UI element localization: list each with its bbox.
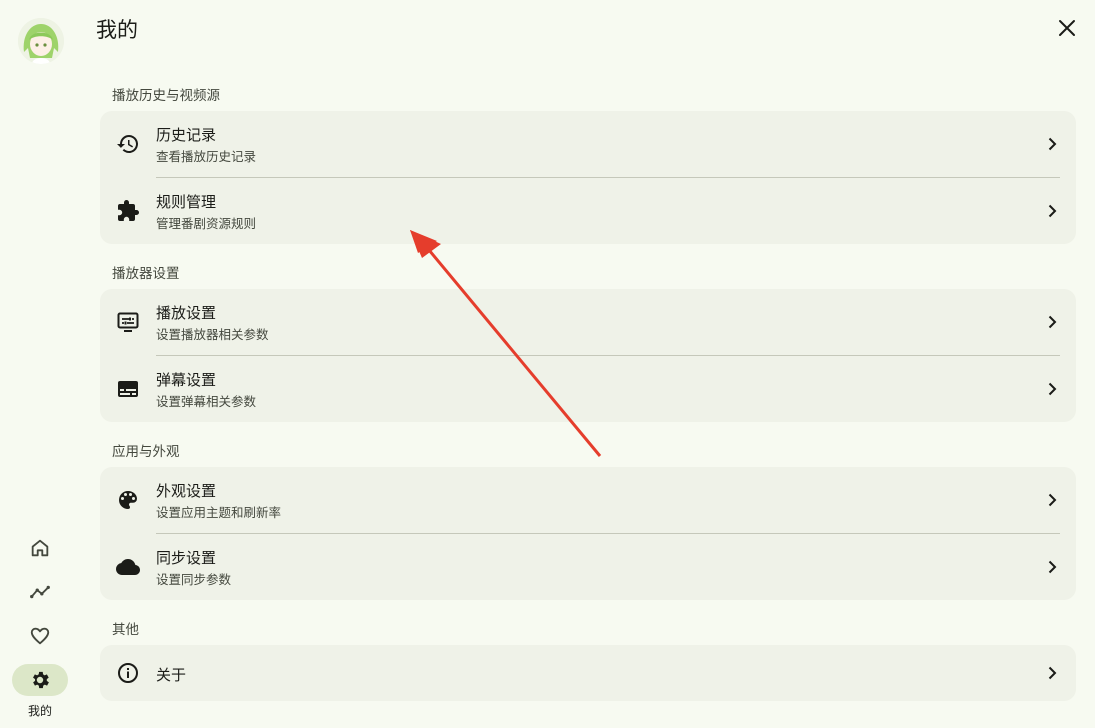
- chevron-right-icon: [1048, 382, 1057, 396]
- row-title: 关于: [156, 666, 187, 684]
- row-subtitle: 设置播放器相关参数: [156, 327, 269, 342]
- trending-icon: [30, 585, 50, 599]
- row-subtitle: 设置应用主题和刷新率: [156, 505, 282, 520]
- section-title-history: 播放历史与视频源: [112, 88, 220, 104]
- nav-favorites[interactable]: [12, 620, 68, 652]
- gear-icon: [33, 671, 49, 689]
- subtitles-icon: [118, 381, 138, 397]
- nav-mine-label: 我的: [27, 704, 52, 718]
- nav-home[interactable]: [12, 532, 68, 564]
- row-subtitle: 设置同步参数: [156, 572, 232, 587]
- row-history[interactable]: 历史记录 查看播放历史记录: [100, 111, 1076, 177]
- nav-mine[interactable]: [12, 664, 68, 696]
- card-other: 关于: [100, 645, 1076, 701]
- heart-icon: [30, 627, 50, 645]
- row-appearance-settings[interactable]: 外观设置 设置应用主题和刷新率: [100, 467, 1076, 533]
- card-history-sources: 历史记录 查看播放历史记录 规则管理 管理番剧资源规则: [100, 111, 1076, 244]
- row-title: 外观设置: [156, 482, 217, 500]
- player-settings-icon: [117, 312, 139, 332]
- row-danmaku-settings[interactable]: 弹幕设置 设置弹幕相关参数: [100, 356, 1076, 422]
- row-subtitle: 管理番剧资源规则: [156, 216, 257, 231]
- home-icon: [31, 539, 49, 557]
- chevron-right-icon: [1048, 493, 1057, 507]
- row-rules[interactable]: 规则管理 管理番剧资源规则: [100, 178, 1076, 244]
- cloud-icon: [116, 559, 140, 575]
- extension-icon: [118, 200, 139, 221]
- row-sync-settings[interactable]: 同步设置 设置同步参数: [100, 534, 1076, 600]
- row-playback-settings[interactable]: 播放设置 设置播放器相关参数: [100, 289, 1076, 355]
- info-icon: [118, 663, 138, 683]
- page-title: 我的: [96, 18, 138, 42]
- navigation-rail: 我的: [0, 0, 80, 728]
- palette-icon: [119, 491, 137, 509]
- history-icon: [117, 135, 138, 153]
- nav-trending[interactable]: [12, 576, 68, 608]
- section-title-appearance: 应用与外观: [112, 444, 180, 460]
- card-app-appearance: 外观设置 设置应用主题和刷新率 同步设置 设置同步参数: [100, 467, 1076, 600]
- row-title: 播放设置: [156, 304, 217, 322]
- chevron-right-icon: [1048, 315, 1057, 329]
- row-subtitle: 查看播放历史记录: [156, 149, 257, 164]
- avatar-image: [18, 18, 64, 64]
- chevron-right-icon: [1048, 204, 1057, 218]
- card-player-settings: 播放设置 设置播放器相关参数 弹幕设置 设置弹幕相关参数: [100, 289, 1076, 422]
- row-title: 弹幕设置: [156, 371, 217, 389]
- row-title: 同步设置: [156, 549, 217, 567]
- row-about[interactable]: 关于: [100, 645, 1076, 701]
- avatar[interactable]: [18, 18, 64, 64]
- section-title-player: 播放器设置: [112, 266, 180, 282]
- close-button[interactable]: [1053, 14, 1081, 42]
- chevron-right-icon: [1048, 137, 1057, 151]
- row-subtitle: 设置弹幕相关参数: [156, 394, 257, 409]
- row-title: 历史记录: [156, 126, 217, 144]
- close-icon: [1059, 20, 1075, 36]
- row-title: 规则管理: [156, 193, 217, 211]
- chevron-right-icon: [1048, 666, 1057, 680]
- section-title-other: 其他: [112, 622, 139, 638]
- chevron-right-icon: [1048, 560, 1057, 574]
